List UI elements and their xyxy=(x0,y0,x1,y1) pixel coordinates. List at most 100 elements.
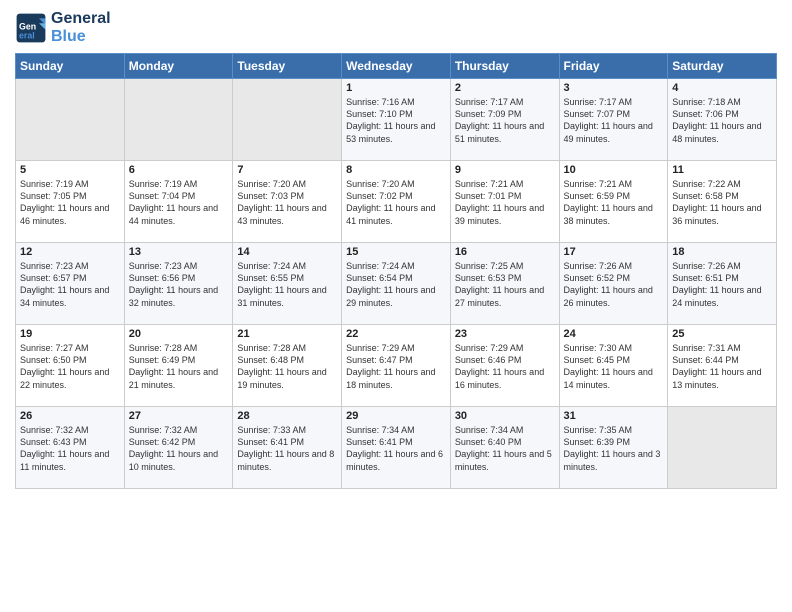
svg-text:eral: eral xyxy=(19,30,35,40)
day-content: Sunrise: 7:21 AMSunset: 7:01 PMDaylight:… xyxy=(455,178,555,227)
day-content: Sunrise: 7:34 AMSunset: 6:41 PMDaylight:… xyxy=(346,424,446,473)
day-content: Sunrise: 7:26 AMSunset: 6:51 PMDaylight:… xyxy=(672,260,772,309)
day-header-thursday: Thursday xyxy=(450,54,559,79)
day-content: Sunrise: 7:34 AMSunset: 6:40 PMDaylight:… xyxy=(455,424,555,473)
day-number: 19 xyxy=(20,328,120,340)
calendar-container: Gen eral General Blue SundayMondayTuesda… xyxy=(0,0,792,499)
day-cell: 5 Sunrise: 7:19 AMSunset: 7:05 PMDayligh… xyxy=(16,161,125,243)
day-content: Sunrise: 7:23 AMSunset: 6:57 PMDaylight:… xyxy=(20,260,120,309)
logo-text: General Blue xyxy=(51,10,111,45)
day-number: 26 xyxy=(20,410,120,422)
day-number: 27 xyxy=(129,410,229,422)
day-cell: 20 Sunrise: 7:28 AMSunset: 6:49 PMDaylig… xyxy=(124,325,233,407)
day-number: 11 xyxy=(672,164,772,176)
day-cell: 28 Sunrise: 7:33 AMSunset: 6:41 PMDaylig… xyxy=(233,407,342,489)
day-number: 4 xyxy=(672,82,772,94)
day-content: Sunrise: 7:33 AMSunset: 6:41 PMDaylight:… xyxy=(237,424,337,473)
day-number: 2 xyxy=(455,82,555,94)
day-number: 18 xyxy=(672,246,772,258)
day-content: Sunrise: 7:19 AMSunset: 7:04 PMDaylight:… xyxy=(129,178,229,227)
day-number: 6 xyxy=(129,164,229,176)
week-row-1: 1 Sunrise: 7:16 AMSunset: 7:10 PMDayligh… xyxy=(16,79,777,161)
day-header-monday: Monday xyxy=(124,54,233,79)
day-content: Sunrise: 7:17 AMSunset: 7:07 PMDaylight:… xyxy=(564,96,664,145)
day-content: Sunrise: 7:35 AMSunset: 6:39 PMDaylight:… xyxy=(564,424,664,473)
day-number: 31 xyxy=(564,410,664,422)
day-header-wednesday: Wednesday xyxy=(342,54,451,79)
day-content: Sunrise: 7:17 AMSunset: 7:09 PMDaylight:… xyxy=(455,96,555,145)
day-number: 14 xyxy=(237,246,337,258)
day-number: 12 xyxy=(20,246,120,258)
day-content: Sunrise: 7:32 AMSunset: 6:42 PMDaylight:… xyxy=(129,424,229,473)
day-cell: 12 Sunrise: 7:23 AMSunset: 6:57 PMDaylig… xyxy=(16,243,125,325)
day-number: 3 xyxy=(564,82,664,94)
day-cell: 14 Sunrise: 7:24 AMSunset: 6:55 PMDaylig… xyxy=(233,243,342,325)
day-content: Sunrise: 7:28 AMSunset: 6:48 PMDaylight:… xyxy=(237,342,337,391)
day-cell xyxy=(233,79,342,161)
day-cell: 11 Sunrise: 7:22 AMSunset: 6:58 PMDaylig… xyxy=(668,161,777,243)
day-content: Sunrise: 7:21 AMSunset: 6:59 PMDaylight:… xyxy=(564,178,664,227)
day-number: 9 xyxy=(455,164,555,176)
day-number: 23 xyxy=(455,328,555,340)
day-header-friday: Friday xyxy=(559,54,668,79)
day-cell: 3 Sunrise: 7:17 AMSunset: 7:07 PMDayligh… xyxy=(559,79,668,161)
day-number: 17 xyxy=(564,246,664,258)
day-cell: 18 Sunrise: 7:26 AMSunset: 6:51 PMDaylig… xyxy=(668,243,777,325)
day-content: Sunrise: 7:27 AMSunset: 6:50 PMDaylight:… xyxy=(20,342,120,391)
day-cell: 24 Sunrise: 7:30 AMSunset: 6:45 PMDaylig… xyxy=(559,325,668,407)
day-number: 20 xyxy=(129,328,229,340)
day-cell: 2 Sunrise: 7:17 AMSunset: 7:09 PMDayligh… xyxy=(450,79,559,161)
day-cell: 19 Sunrise: 7:27 AMSunset: 6:50 PMDaylig… xyxy=(16,325,125,407)
day-cell: 4 Sunrise: 7:18 AMSunset: 7:06 PMDayligh… xyxy=(668,79,777,161)
day-content: Sunrise: 7:23 AMSunset: 6:56 PMDaylight:… xyxy=(129,260,229,309)
day-cell xyxy=(16,79,125,161)
day-header-saturday: Saturday xyxy=(668,54,777,79)
day-number: 21 xyxy=(237,328,337,340)
day-content: Sunrise: 7:18 AMSunset: 7:06 PMDaylight:… xyxy=(672,96,772,145)
day-content: Sunrise: 7:20 AMSunset: 7:02 PMDaylight:… xyxy=(346,178,446,227)
day-content: Sunrise: 7:25 AMSunset: 6:53 PMDaylight:… xyxy=(455,260,555,309)
day-number: 13 xyxy=(129,246,229,258)
logo: Gen eral General Blue xyxy=(15,10,111,45)
day-cell: 10 Sunrise: 7:21 AMSunset: 6:59 PMDaylig… xyxy=(559,161,668,243)
day-number: 29 xyxy=(346,410,446,422)
day-cell xyxy=(124,79,233,161)
day-cell: 29 Sunrise: 7:34 AMSunset: 6:41 PMDaylig… xyxy=(342,407,451,489)
week-row-4: 19 Sunrise: 7:27 AMSunset: 6:50 PMDaylig… xyxy=(16,325,777,407)
day-number: 5 xyxy=(20,164,120,176)
day-header-tuesday: Tuesday xyxy=(233,54,342,79)
day-cell: 25 Sunrise: 7:31 AMSunset: 6:44 PMDaylig… xyxy=(668,325,777,407)
day-number: 28 xyxy=(237,410,337,422)
calendar-table: SundayMondayTuesdayWednesdayThursdayFrid… xyxy=(15,53,777,489)
day-cell: 9 Sunrise: 7:21 AMSunset: 7:01 PMDayligh… xyxy=(450,161,559,243)
day-cell: 15 Sunrise: 7:24 AMSunset: 6:54 PMDaylig… xyxy=(342,243,451,325)
day-cell: 30 Sunrise: 7:34 AMSunset: 6:40 PMDaylig… xyxy=(450,407,559,489)
day-number: 25 xyxy=(672,328,772,340)
day-cell: 27 Sunrise: 7:32 AMSunset: 6:42 PMDaylig… xyxy=(124,407,233,489)
day-number: 22 xyxy=(346,328,446,340)
day-cell: 17 Sunrise: 7:26 AMSunset: 6:52 PMDaylig… xyxy=(559,243,668,325)
day-content: Sunrise: 7:32 AMSunset: 6:43 PMDaylight:… xyxy=(20,424,120,473)
day-cell: 21 Sunrise: 7:28 AMSunset: 6:48 PMDaylig… xyxy=(233,325,342,407)
week-row-5: 26 Sunrise: 7:32 AMSunset: 6:43 PMDaylig… xyxy=(16,407,777,489)
day-cell: 23 Sunrise: 7:29 AMSunset: 6:46 PMDaylig… xyxy=(450,325,559,407)
day-content: Sunrise: 7:24 AMSunset: 6:54 PMDaylight:… xyxy=(346,260,446,309)
day-cell: 6 Sunrise: 7:19 AMSunset: 7:04 PMDayligh… xyxy=(124,161,233,243)
day-number: 8 xyxy=(346,164,446,176)
logo-icon: Gen eral xyxy=(15,12,47,44)
day-content: Sunrise: 7:29 AMSunset: 6:47 PMDaylight:… xyxy=(346,342,446,391)
day-content: Sunrise: 7:29 AMSunset: 6:46 PMDaylight:… xyxy=(455,342,555,391)
week-row-2: 5 Sunrise: 7:19 AMSunset: 7:05 PMDayligh… xyxy=(16,161,777,243)
week-row-3: 12 Sunrise: 7:23 AMSunset: 6:57 PMDaylig… xyxy=(16,243,777,325)
day-number: 10 xyxy=(564,164,664,176)
day-content: Sunrise: 7:22 AMSunset: 6:58 PMDaylight:… xyxy=(672,178,772,227)
day-number: 15 xyxy=(346,246,446,258)
day-number: 16 xyxy=(455,246,555,258)
day-content: Sunrise: 7:28 AMSunset: 6:49 PMDaylight:… xyxy=(129,342,229,391)
day-number: 1 xyxy=(346,82,446,94)
day-cell xyxy=(668,407,777,489)
day-cell: 13 Sunrise: 7:23 AMSunset: 6:56 PMDaylig… xyxy=(124,243,233,325)
day-content: Sunrise: 7:26 AMSunset: 6:52 PMDaylight:… xyxy=(564,260,664,309)
day-cell: 16 Sunrise: 7:25 AMSunset: 6:53 PMDaylig… xyxy=(450,243,559,325)
day-content: Sunrise: 7:16 AMSunset: 7:10 PMDaylight:… xyxy=(346,96,446,145)
